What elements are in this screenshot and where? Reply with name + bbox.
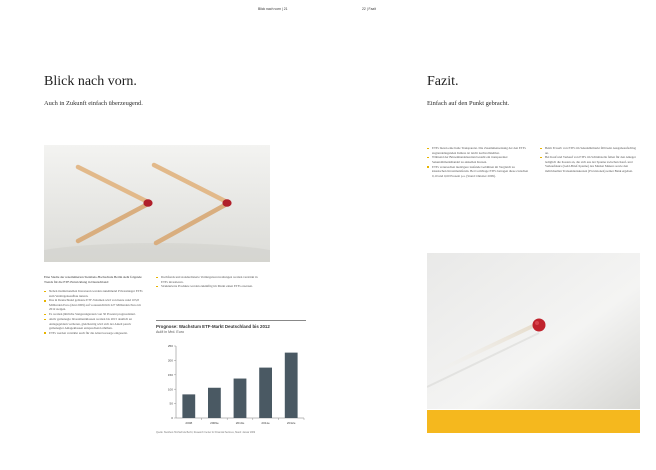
y-tick-label: 200 — [168, 359, 173, 363]
left-column-2: Dachfonds und standardisierte Vermögensv… — [156, 275, 262, 289]
matches-photo — [44, 145, 270, 262]
y-tick-label: 0 — [171, 416, 173, 420]
chart-rule — [156, 320, 306, 321]
y-tick-label: 50 — [170, 402, 174, 406]
matches-image — [44, 145, 270, 262]
y-tick-label: 150 — [168, 373, 173, 377]
left-bullet-list-2: Dachfonds und standardisierte Vermögensv… — [156, 275, 262, 289]
y-tick-label: 250 — [168, 344, 173, 348]
left-column-1: Eine Studie der renommierten Steinbeis-H… — [44, 275, 144, 336]
right-column-1: ETFs bieten eine hohe Transparenz. Die Z… — [427, 146, 529, 178]
list-item: ETFs bieten eine hohe Transparenz. Die Z… — [427, 146, 529, 155]
list-item: Neben institutionellen Investoren werden… — [44, 289, 144, 298]
list-item: Aktiv gemanagte Investmentklassen werden… — [44, 317, 144, 331]
list-item: Beim Erwerb von ETFs im Sekundärmarkt fä… — [540, 146, 640, 155]
bar-2009e — [208, 387, 221, 418]
right-column-2: Beim Erwerb von ETFs im Sekundärmarkt fä… — [540, 146, 640, 174]
bar-2011e — [259, 367, 272, 418]
list-item: ETFs werden verstärkt auch für die Alter… — [44, 331, 144, 336]
bar-2010e — [233, 378, 247, 418]
list-item: Während der Börsenhandelszeiten besteht … — [427, 155, 529, 164]
list-item: Strukturierte Produkte werden zukünftig … — [156, 284, 262, 289]
page-subtitle: Auch in Zukunft einfach überzeugend. — [44, 100, 143, 107]
list-item: ETFs verursachen niedrigere laufende Geb… — [427, 165, 529, 179]
chart-title: Prognose: Wachstum ETF-Markt Deutschland… — [156, 324, 270, 329]
page-title: Blick nach vorn. — [44, 74, 137, 89]
chart-plot: 0 50 100 150 200 250 2008 2009e 2010e 2011e 2012e — [168, 344, 305, 425]
bar-2012e — [284, 352, 298, 418]
accent-yellow-bar — [427, 410, 640, 433]
etf-growth-chart: Prognose: Wachstum ETF-Markt Deutschland… — [156, 320, 308, 440]
running-header-left: Blick nach vorn | 21 — [258, 7, 288, 11]
x-tick-label: 2009e — [210, 421, 219, 425]
x-tick-label: 2010e — [236, 421, 245, 425]
match-image — [427, 253, 640, 409]
list-item: Dachfonds und standardisierte Vermögensv… — [156, 275, 262, 284]
right-page-subtitle: Einfach auf den Punkt gebracht. — [427, 100, 510, 107]
right-page-title: Fazit. — [427, 74, 459, 89]
x-tick-label: 2008 — [185, 421, 192, 425]
left-bullet-list-1: Neben institutionellen Investoren werden… — [44, 289, 144, 335]
running-header-right: 22 | Fazit — [362, 7, 376, 11]
y-tick-label: 100 — [168, 387, 173, 391]
right-bullet-list-1: ETFs bieten eine hohe Transparenz. Die Z… — [427, 146, 529, 178]
chart-subtitle: AuM in Mrd. Euro — [156, 330, 184, 334]
right-bullet-list-2: Beim Erwerb von ETFs im Sekundärmarkt fä… — [540, 146, 640, 173]
match-photo — [427, 253, 640, 409]
x-tick-label: 2011e — [261, 421, 270, 425]
bar-2008 — [182, 394, 196, 418]
list-item: Bei Kauf und Verkauf von ETFs im Schnitt… — [540, 155, 640, 173]
intro-text: Eine Studie der renommierten Steinbeis-H… — [44, 275, 142, 284]
x-tick-label: 2012e — [287, 421, 296, 425]
chart-source: Quelle: Steinbeis Hochschule Berlin; Res… — [156, 432, 256, 434]
list-item: Das in Deutschland gelistete ETF-Volumen… — [44, 298, 144, 312]
